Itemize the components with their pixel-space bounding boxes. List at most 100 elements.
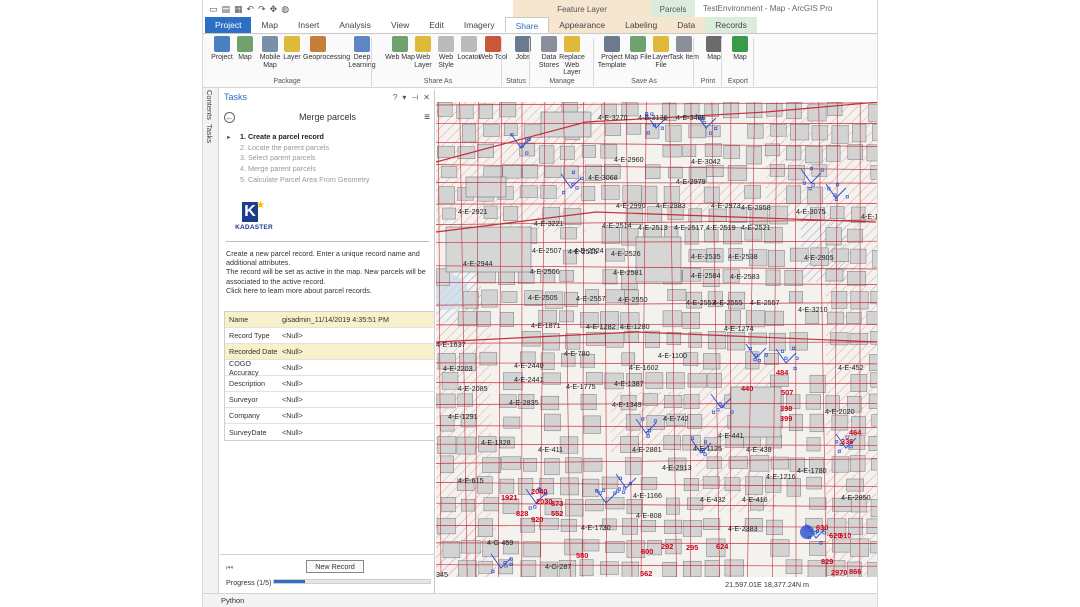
map-file-icon: [630, 36, 646, 52]
attribute-name: COGO Accuracy: [229, 358, 259, 377]
building: [847, 144, 864, 160]
building: [872, 250, 877, 268]
attribute-value-field[interactable]: <Null>: [282, 428, 434, 437]
pin-icon[interactable]: ⊣: [411, 93, 418, 102]
help-icon[interactable]: ?: [393, 93, 397, 102]
building: [682, 144, 697, 157]
parcel-label: 4-E-2990: [616, 201, 646, 210]
tab-map[interactable]: Map: [251, 17, 288, 33]
new-project-icon[interactable]: ▭: [209, 4, 218, 15]
deep-learning-button[interactable]: Deep Learning: [347, 36, 377, 69]
tab-project[interactable]: Project: [205, 17, 252, 33]
python-tab[interactable]: Python: [221, 596, 244, 605]
building: [563, 165, 579, 179]
parcel-label: 4-E-438: [746, 445, 772, 454]
first-step-icon[interactable]: ⏮: [226, 563, 233, 573]
replace-web-layer-icon: [564, 36, 580, 52]
task-item-button[interactable]: Task Item: [669, 36, 699, 62]
tab-tasks[interactable]: Tasks: [205, 124, 214, 143]
building: [766, 103, 783, 117]
building: [765, 269, 781, 286]
close-icon[interactable]: ✕: [423, 93, 430, 102]
attribute-value-field[interactable]: <Null>: [282, 379, 434, 388]
task-step[interactable]: 1. Create a parcel record: [226, 132, 426, 143]
attribute-name: SurveyDate: [229, 427, 267, 437]
parcel-number: 600: [641, 547, 653, 556]
chevron-down-icon[interactable]: ▾: [402, 93, 406, 102]
building: [585, 499, 604, 512]
attribute-value-field[interactable]: <Null>: [282, 347, 434, 356]
parcel-number: 630: [816, 523, 828, 532]
learn-more-link[interactable]: Click here to learn more about parcel re…: [226, 286, 431, 295]
parcel-number: 580: [576, 551, 588, 560]
ribbon-group-label: Save As: [631, 78, 657, 85]
building: [544, 413, 561, 432]
tab-insert[interactable]: Insert: [288, 17, 329, 33]
parcel-label: 4-E-1871: [531, 321, 561, 330]
parcel-label: 4-E-2905: [804, 253, 834, 262]
building: [811, 125, 828, 141]
globe-icon[interactable]: ◍: [281, 4, 289, 15]
attribute-row: Company <Null>: [225, 408, 434, 424]
parcel-number: 2970: [831, 568, 847, 577]
attribute-value-field[interactable]: <Null>: [282, 331, 434, 340]
attribute-value-field[interactable]: gisadmin_11/14/2019 4:35:51 PM: [282, 315, 434, 324]
building: [582, 478, 600, 497]
parcel-label: 4-E-2584: [691, 271, 721, 280]
building: [744, 185, 761, 199]
attribute-value-field[interactable]: <Null>: [282, 395, 434, 404]
explore-tool-icon[interactable]: ✥: [270, 4, 278, 15]
building: [666, 372, 685, 389]
layer-icon: [284, 36, 300, 52]
redo-icon[interactable]: ↷: [258, 4, 266, 15]
tab-data[interactable]: Data: [667, 17, 706, 33]
tab-contents[interactable]: Contents: [205, 90, 214, 120]
tab-labeling[interactable]: Labeling: [615, 17, 668, 33]
tab-appearance[interactable]: Appearance: [549, 17, 616, 33]
tab-view[interactable]: View: [381, 17, 419, 33]
open-project-icon[interactable]: ▤: [222, 4, 231, 15]
save-icon[interactable]: ▦: [234, 4, 243, 15]
building: [706, 165, 724, 177]
map-view[interactable]: 4-E-3270 4-E-3136 4-E-3486 4-E-2960 4-E-3042…: [436, 102, 878, 577]
building: [786, 478, 801, 497]
attribute-value-field[interactable]: <Null>: [282, 411, 434, 420]
ribbon-separator: [753, 38, 754, 86]
ribbon-group-label: Share As: [423, 78, 453, 85]
building: [825, 227, 842, 246]
building: [667, 289, 687, 301]
building: [540, 185, 557, 199]
task-menu-icon[interactable]: ≡: [424, 112, 430, 123]
parcel-label: 4-E-2505: [528, 293, 558, 302]
tab-analysis[interactable]: Analysis: [329, 17, 381, 33]
geoprocessing-button[interactable]: Geoprocessing: [303, 36, 350, 62]
tab-imagery[interactable]: Imagery: [454, 17, 505, 33]
building: [785, 559, 803, 574]
tab-edit[interactable]: Edit: [419, 17, 454, 33]
building: [768, 249, 785, 268]
building: [870, 372, 877, 388]
parcel-label: 4-E-1637: [436, 340, 466, 349]
undo-icon[interactable]: ↶: [247, 4, 255, 15]
building: [830, 332, 849, 346]
tab-records[interactable]: Records: [705, 17, 757, 33]
building: [456, 436, 476, 455]
building: [706, 125, 721, 138]
tasks-pane-header: Tasks ? ▾ ⊣ ✕: [220, 90, 434, 104]
parcel-label: 4-E-2983: [656, 201, 686, 210]
export-map-button[interactable]: Map: [725, 36, 755, 62]
parcel-label: 4-E-2958: [741, 203, 771, 212]
contextual-header-feature-layer: Feature Layer: [513, 0, 651, 18]
web-tool-button[interactable]: Web Tool: [478, 36, 508, 62]
step-instructions: Create a new parcel record. Enter a uniq…: [226, 249, 431, 295]
building: [605, 122, 621, 136]
attribute-value-field[interactable]: <Null>: [282, 363, 434, 372]
building: [559, 270, 574, 282]
tab-share[interactable]: Share: [504, 17, 550, 33]
parcel-label: 4-E-780: [564, 349, 590, 358]
building: [477, 518, 494, 537]
map-canvas[interactable]: 4-E-3270 4-E-3136 4-E-3486 4-E-2960 4-E-3042…: [436, 102, 878, 577]
parcel-label: 4-E-2979: [676, 177, 706, 186]
replace-web-layer-button[interactable]: Replace Web Layer: [557, 36, 587, 77]
new-record-button[interactable]: New Record: [306, 560, 364, 573]
